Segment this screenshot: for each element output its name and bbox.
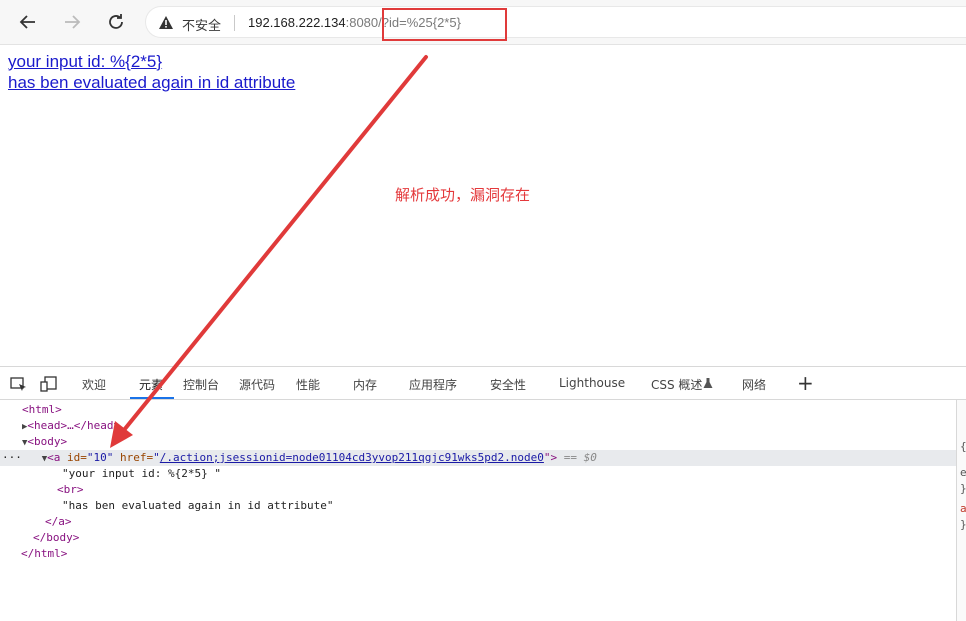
dom-text1[interactable]: "your input id: %{2*5} ": [62, 466, 221, 482]
omnibox-divider: [234, 15, 235, 31]
arrow-left-icon: [19, 15, 35, 29]
tab-welcome[interactable]: 欢迎: [82, 376, 106, 393]
tab-css-overview[interactable]: CSS 概述: [651, 376, 702, 393]
dom-a-open: <a: [47, 451, 61, 464]
dom-br-text: <br>: [57, 483, 84, 496]
side-glyph-2: e: [960, 466, 966, 479]
dom-selected-a[interactable]: ··· ▼<a id="10" href="/.action;jsessioni…: [2, 450, 597, 466]
tab-application[interactable]: 应用程序: [409, 376, 457, 393]
dom-body-close[interactable]: </body>: [33, 530, 79, 546]
dom-html-close-text: </html>: [21, 547, 68, 560]
tab-performance[interactable]: 性能: [296, 376, 320, 393]
dom-body-open[interactable]: ▼<body>: [22, 434, 67, 450]
reload-button[interactable]: [102, 8, 130, 36]
annotation-text: 解析成功，漏洞存在: [395, 186, 531, 204]
arrow-right-icon: [65, 15, 81, 29]
active-tab-indicator: [130, 397, 174, 399]
dom-a-href-quote: ": [153, 451, 160, 464]
dom-br[interactable]: <br>: [57, 482, 84, 498]
dom-head[interactable]: ▶<head>…</head>: [22, 418, 120, 434]
dom-text2[interactable]: "has ben evaluated again in id attribute…: [62, 498, 334, 514]
styles-side-panel: { e } a }: [956, 400, 966, 621]
tab-security[interactable]: 安全性: [490, 376, 526, 393]
dom-a-close-text: </a>: [45, 515, 72, 528]
plus-icon[interactable]: +: [797, 373, 814, 393]
tab-network[interactable]: 网络: [742, 376, 766, 393]
node-menu-ellipsis[interactable]: ···: [2, 451, 22, 464]
side-glyph-3: }: [960, 482, 966, 495]
back-button[interactable]: [14, 8, 42, 36]
security-label[interactable]: 不安全: [182, 15, 221, 34]
dom-html-open-text: <html>: [22, 403, 62, 416]
dom-html-close[interactable]: </html>: [21, 546, 67, 562]
warning-triangle-icon: [159, 16, 173, 29]
dom-html-open[interactable]: <html>: [22, 402, 62, 418]
tab-console[interactable]: 控制台: [183, 376, 219, 393]
tab-sources[interactable]: 源代码: [239, 376, 275, 393]
devtools-tabbar: 欢迎 元素 控制台 源代码 性能 内存 应用程序 安全性 Lighthouse …: [0, 366, 966, 400]
dom-text1-value: "your input id: %{2*5} ": [62, 467, 221, 480]
reload-icon: [109, 14, 123, 29]
tab-lighthouse[interactable]: Lighthouse: [559, 376, 625, 390]
flask-icon: [703, 378, 713, 388]
elements-panel: <html> ▶<head>…</head> ▼<body> ··· ▼<a i…: [0, 400, 956, 621]
selected-marker: == $0: [563, 451, 597, 464]
device-toolbar-icon[interactable]: [40, 376, 58, 392]
dom-body-close-text: </body>: [33, 531, 80, 544]
dom-a-close-bracket: ">: [543, 451, 558, 464]
side-glyph-4: a: [960, 502, 966, 515]
dom-a-href-val[interactable]: /.action;jsessionid=node01104cd3yvop211q…: [160, 451, 544, 464]
page-link-line2[interactable]: has ben evaluated again in id attribute: [8, 73, 295, 93]
url-port: :8080/: [345, 15, 382, 30]
url-host: 192.168.222.134: [248, 15, 346, 30]
inspect-element-icon[interactable]: [10, 376, 28, 392]
dom-text2-value: "has ben evaluated again in id attribute…: [62, 499, 334, 512]
url-highlight-box: [382, 8, 507, 41]
side-glyph-1: {: [960, 440, 966, 453]
forward-button[interactable]: [58, 8, 86, 36]
tab-memory[interactable]: 内存: [353, 376, 377, 393]
dom-a-close[interactable]: </a>: [45, 514, 72, 530]
dom-a-id-val: "10": [86, 451, 114, 464]
tab-elements[interactable]: 元素: [139, 376, 163, 393]
page-link-line1[interactable]: your input id: %{2*5}: [8, 52, 162, 72]
dom-body-open-text: <body>: [27, 435, 68, 448]
side-glyph-5: }: [960, 518, 966, 531]
dom-a-href-attr: href=: [120, 451, 154, 464]
address-bar[interactable]: 不安全 192.168.222.134:8080/?id=%25{2*5}: [145, 6, 966, 38]
dom-a-id-attr: id=: [67, 451, 87, 464]
dom-head-text: <head>…</head>: [27, 419, 121, 432]
